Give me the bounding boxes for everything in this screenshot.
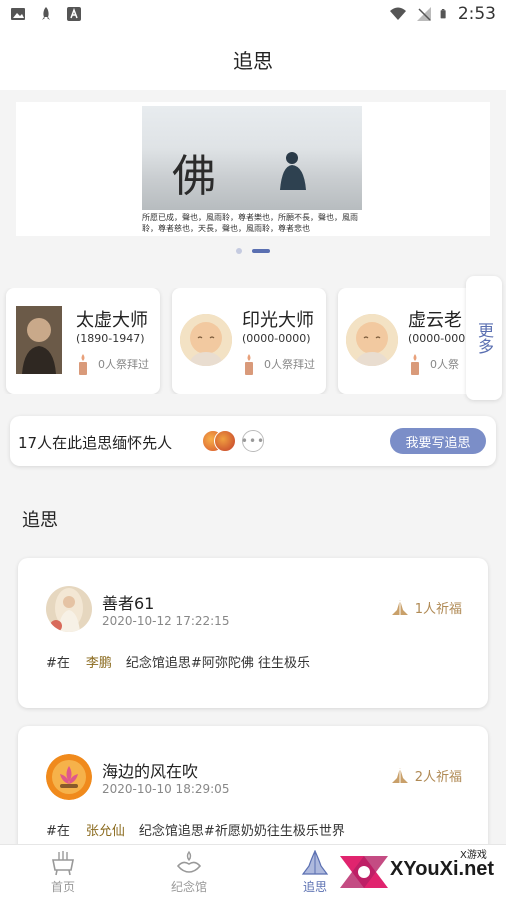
post-text: 纪念馆追思#祈愿奶奶往生极乐世界 — [138, 824, 345, 839]
image-icon — [11, 8, 25, 20]
more-participants-button[interactable]: ••• — [241, 430, 264, 452]
rocket-icon — [42, 7, 50, 20]
carousel-dot-active[interactable] — [252, 249, 270, 253]
write-memorial-button[interactable]: 我要写追思 — [390, 428, 486, 454]
user-avatar — [46, 586, 92, 632]
master-photo — [16, 306, 62, 374]
carousel-indicator — [236, 248, 270, 254]
bless-button[interactable]: 1人祈福 — [391, 598, 462, 617]
nav-memorial-hall[interactable]: 纪念馆 — [126, 845, 252, 900]
monk-figure-icon — [280, 152, 306, 190]
master-dates: (1890-1947) — [76, 332, 145, 345]
bless-count: 2人祈福 — [414, 770, 462, 785]
master-avatar — [346, 314, 398, 366]
master-name: 虚云老 — [408, 310, 462, 331]
master-worship-count: 0人祭 — [430, 358, 459, 371]
nav-home[interactable]: 首页 — [0, 845, 126, 900]
status-time: 2:53 — [457, 4, 496, 24]
candle-icon — [411, 354, 419, 375]
wifi-icon — [389, 7, 406, 20]
summary-text: 17人在此追思缅怀先人 — [18, 434, 173, 452]
post-prefix: #在 — [46, 824, 70, 839]
no-signal-icon — [416, 7, 431, 21]
master-worship-count: 0人祭拜过 — [264, 358, 315, 371]
header: 追思 — [0, 28, 506, 90]
page-title: 追思 — [233, 48, 273, 73]
font-icon — [67, 7, 81, 21]
post-time: 2020-10-12 17:22:15 — [102, 614, 230, 628]
master-dates: (0000-000 — [408, 332, 466, 345]
banner-calligraphy: 佛 — [172, 151, 216, 202]
master-name: 印光大师 — [242, 310, 314, 331]
candle-icon — [245, 354, 253, 375]
master-card[interactable]: 太虚大师 (1890-1947) 0人祭拜过 — [6, 288, 160, 394]
master-name: 太虚大师 — [76, 310, 148, 331]
banner-caption: 所愿已成，聲也，風雨聆，尊者樂也，所願不長，聲也，風雨聆，尊者慈也，天長，聲也，… — [142, 213, 358, 233]
master-avatar — [180, 314, 232, 366]
post-author: 海边的风在吹 — [102, 762, 199, 781]
more-masters-button[interactable]: 更多 — [466, 276, 502, 400]
memorial-summary: 17人在此追思缅怀先人 ••• 我要写追思 — [10, 416, 496, 466]
user-avatar — [46, 754, 92, 800]
post-time: 2020-10-10 18:29:05 — [102, 782, 230, 796]
post-content: #在 张允仙 纪念馆追思#祈愿奶奶往生极乐世界 — [46, 820, 345, 839]
nav-label: 追思 — [302, 880, 327, 894]
masters-list: 太虚大师 (1890-1947) 0人祭拜过 印光大师 (0000-0000) … — [0, 288, 506, 394]
candle-icon — [79, 354, 87, 375]
nav-label: 首页 — [50, 880, 75, 894]
watermark-text: XYouXi.net — [390, 858, 495, 880]
bless-count: 1人祈福 — [414, 602, 462, 617]
banner-carousel[interactable]: 佛 所愿已成，聲也，風雨聆，尊者樂也，所願不長，聲也，風雨聆，尊者慈也，天長，聲… — [16, 102, 490, 236]
status-bar: 2:53 — [0, 0, 506, 28]
banner-image: 佛 — [142, 106, 362, 210]
post-prefix: #在 — [46, 656, 70, 671]
praying-hands-icon — [301, 850, 329, 875]
carousel-dot[interactable] — [236, 248, 242, 254]
memorial-name-link[interactable]: 李鹏 — [86, 656, 112, 671]
bless-button[interactable]: 2人祈福 — [391, 766, 462, 785]
nav-label: 纪念馆 — [170, 880, 207, 894]
master-worship-count: 0人祭拜过 — [98, 358, 149, 371]
post-author: 善者61 — [102, 594, 155, 613]
section-title: 追思 — [22, 510, 58, 531]
battery-icon — [440, 9, 446, 19]
post-content: #在 李鹏 纪念馆追思#阿弥陀佛 往生极乐 — [46, 652, 310, 671]
incense-burner-icon — [52, 851, 74, 876]
master-card[interactable]: 印光大师 (0000-0000) 0人祭拜过 — [172, 288, 326, 394]
lotus-lamp-icon — [176, 850, 202, 873]
post-text: 纪念馆追思#阿弥陀佛 往生极乐 — [125, 656, 310, 671]
praying-hands-icon — [391, 599, 408, 615]
praying-hands-icon — [391, 767, 408, 783]
participant-avatar — [214, 430, 236, 452]
master-dates: (0000-0000) — [242, 332, 311, 345]
memorial-name-link[interactable]: 张允仙 — [86, 824, 125, 839]
memorial-post[interactable]: 善者61 2020-10-12 17:22:15 1人祈福 #在 李鹏 纪念馆追思#… — [18, 558, 488, 708]
